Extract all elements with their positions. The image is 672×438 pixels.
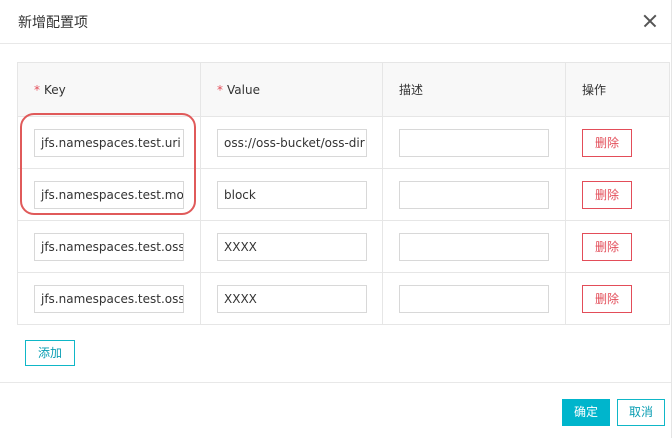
dialog-header: 新增配置项	[0, 0, 671, 44]
table-row: jfs.namespaces.test.mode block 删除	[17, 168, 670, 221]
header-key: * Key	[17, 62, 201, 117]
required-mark: *	[34, 82, 40, 97]
table-row: jfs.namespaces.test.oss.accessKeyId XXXX…	[17, 220, 670, 273]
table-row: jfs.namespaces.test.uri oss://oss-bucket…	[17, 116, 670, 169]
key-input[interactable]: jfs.namespaces.test.mode	[34, 180, 184, 209]
desc-input[interactable]	[399, 180, 549, 209]
header-value: * Value	[200, 62, 383, 117]
desc-input[interactable]	[399, 128, 549, 157]
desc-input[interactable]	[399, 232, 549, 261]
header-action: 操作	[565, 62, 670, 117]
confirm-button[interactable]: 确定	[562, 399, 610, 426]
delete-button[interactable]: 删除	[582, 232, 632, 261]
desc-input[interactable]	[399, 284, 549, 313]
key-input[interactable]: jfs.namespaces.test.oss.accessKeyId	[34, 232, 184, 261]
table-header-row: * Key * Value 描述 操作	[17, 62, 670, 117]
required-mark: *	[217, 82, 223, 97]
cancel-button[interactable]: 取消	[617, 399, 665, 426]
key-input[interactable]: jfs.namespaces.test.oss.accessKeySecret	[34, 284, 184, 313]
add-config-dialog: 新增配置项 * Key * Value 描述 操作 jfs.namespaces.t…	[0, 0, 672, 438]
add-button[interactable]: 添加	[25, 340, 75, 366]
delete-button[interactable]: 删除	[582, 180, 632, 209]
delete-button[interactable]: 删除	[582, 128, 632, 157]
value-input[interactable]: XXXX	[217, 232, 367, 261]
config-table: * Key * Value 描述 操作 jfs.namespaces.test.ur…	[17, 62, 670, 325]
value-input[interactable]: oss://oss-bucket/oss-dir	[217, 128, 367, 157]
value-input[interactable]: XXXX	[217, 284, 367, 313]
table-row: jfs.namespaces.test.oss.accessKeySecret …	[17, 272, 670, 325]
value-input[interactable]: block	[217, 180, 367, 209]
dialog-title: 新增配置项	[18, 15, 88, 31]
delete-button[interactable]: 删除	[582, 284, 632, 313]
key-input[interactable]: jfs.namespaces.test.uri	[34, 128, 184, 157]
header-desc: 描述	[382, 62, 566, 117]
close-icon[interactable]	[639, 10, 661, 32]
